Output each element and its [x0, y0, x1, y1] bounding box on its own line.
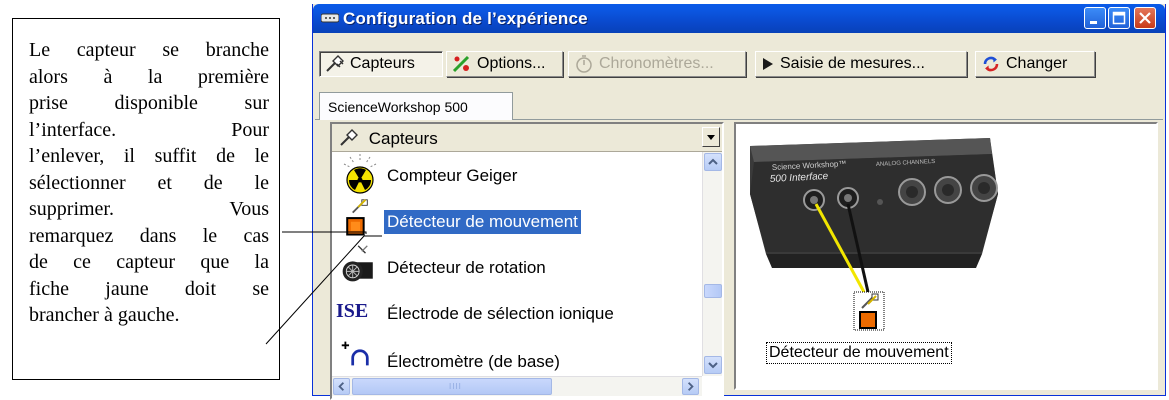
capteurs-button[interactable]: Capteurs	[319, 51, 443, 77]
refresh-icon	[983, 56, 999, 72]
play-icon	[763, 58, 773, 70]
motion-sensor-icon	[346, 199, 368, 236]
tab-label: ScienceWorkshop 500	[328, 99, 468, 115]
rotary-sensor-icon	[342, 245, 373, 282]
list-item[interactable]: Compteur Geiger	[332, 152, 701, 198]
sensor-list-title: Capteurs	[368, 129, 438, 148]
chronometres-button[interactable]: Chronomètres...	[568, 51, 746, 77]
saisie-mesures-button[interactable]: Saisie de mesures...	[755, 51, 967, 77]
horizontal-scrollbar[interactable]: IIII	[332, 376, 702, 396]
maximize-button[interactable]	[1108, 7, 1130, 29]
list-item[interactable]: ISE Électrode de sélection ionique	[332, 290, 701, 336]
dropdown-button[interactable]	[702, 127, 720, 147]
chevron-up-icon	[708, 158, 718, 165]
annotation-line: supprimer. Vous	[29, 198, 269, 220]
changer-label: Changer	[1006, 55, 1068, 72]
sensor-items: Compteur Geiger Détecteur de mouvement D…	[332, 152, 701, 376]
list-item[interactable]: Électromètre (de base)	[332, 336, 701, 376]
scroll-left-button[interactable]	[333, 378, 350, 395]
sensor-plug-icon	[326, 55, 344, 72]
options-button[interactable]: Options...	[446, 51, 563, 77]
electrometer-icon	[341, 341, 369, 366]
sensor-label: Électrode de sélection ionique	[387, 304, 614, 323]
chevron-down-icon	[708, 362, 718, 369]
toolbar: Capteurs Options... Chronomètres... Sais…	[315, 33, 1163, 87]
connected-sensor-label[interactable]: Détecteur de mouvement	[766, 342, 952, 364]
sensor-label: Détecteur de rotation	[387, 258, 546, 277]
annotation-text: Le capteur se branche alors à la premièr…	[29, 37, 269, 329]
annotation-line: prise disponible sur	[29, 92, 269, 114]
scroll-down-button[interactable]	[704, 356, 722, 374]
minimize-button[interactable]	[1084, 7, 1106, 29]
list-item[interactable]: Détecteur de rotation	[332, 244, 701, 290]
app-icon	[321, 13, 339, 23]
changer-button[interactable]: Changer	[975, 51, 1095, 77]
sensor-label: Détecteur de mouvement	[383, 209, 582, 235]
vertical-scrollbar[interactable]	[702, 152, 722, 376]
maximize-icon	[1112, 11, 1126, 25]
annotation-line: l’enlever, il suffit de le	[29, 145, 269, 167]
window-title: Configuration de l’expérience	[343, 9, 588, 28]
stopwatch-icon	[576, 55, 592, 73]
chronometres-label: Chronomètres...	[599, 55, 714, 72]
annotation-box: Le capteur se branche alors à la premièr…	[12, 18, 280, 380]
chevron-left-icon	[338, 382, 345, 391]
list-item[interactable]: Détecteur de mouvement	[332, 198, 701, 244]
sensor-plug-icon	[340, 129, 358, 146]
options-label: Options...	[477, 55, 546, 72]
scroll-up-button[interactable]	[704, 153, 722, 171]
close-icon	[1139, 12, 1151, 24]
scroll-grip: IIII	[449, 382, 462, 391]
minimize-icon	[1090, 21, 1097, 24]
sensor-list[interactable]: Capteurs Compteur Geiger Détecteur de mo…	[330, 122, 724, 400]
radiation-icon	[343, 154, 377, 194]
vertical-scroll-thumb[interactable]	[704, 284, 722, 298]
annotation-line: fiche jaune doit se	[29, 277, 269, 300]
annotation-line: brancher à gauche.	[29, 304, 180, 326]
title-bar[interactable]: Configuration de l’expérience	[313, 4, 1165, 33]
options-icon	[452, 55, 470, 73]
annotation-line: l’interface. Pour	[29, 118, 269, 141]
annotation-line: alors à la première	[29, 65, 269, 88]
annotation-line: de ce capteur que la	[29, 251, 269, 273]
sensor-label: Compteur Geiger	[387, 166, 518, 185]
scroll-right-button[interactable]	[682, 378, 699, 395]
tab-scienceworkshop-500[interactable]: ScienceWorkshop 500	[319, 92, 513, 120]
sensor-list-header[interactable]: Capteurs	[332, 124, 722, 152]
sensor-label: Électromètre (de base)	[387, 352, 560, 371]
annotation-line: Le capteur se branche	[29, 39, 269, 61]
horizontal-scroll-thumb[interactable]: IIII	[352, 378, 552, 395]
capteurs-label: Capteurs	[350, 55, 415, 72]
close-button[interactable]	[1134, 7, 1156, 29]
saisie-mesures-label: Saisie de mesures...	[780, 55, 925, 72]
chevron-down-icon	[707, 135, 715, 140]
chevron-right-icon	[687, 382, 694, 391]
annotation-line: sélectionner et de le	[29, 171, 269, 194]
annotation-line: remarquez dans le cas	[29, 224, 269, 247]
